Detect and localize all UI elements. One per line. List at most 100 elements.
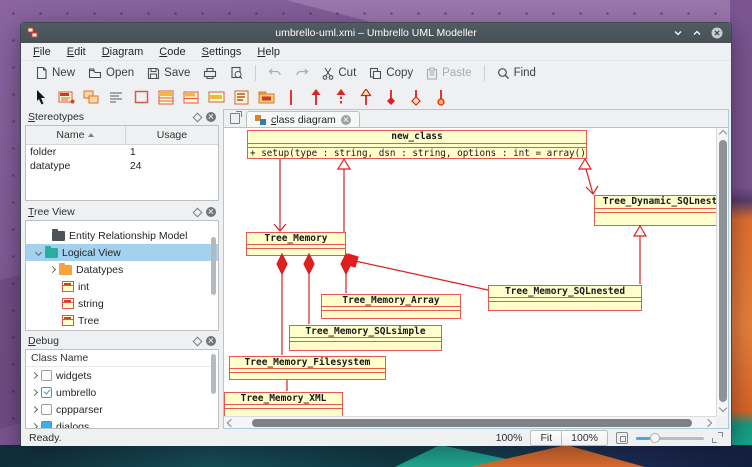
checkbox-checked[interactable] (41, 387, 52, 398)
menu-diagram[interactable]: Diagram (96, 44, 150, 60)
uml-class-tree-memory[interactable]: Tree_Memory (246, 232, 346, 256)
tree-view-panel-title: Tree View (28, 206, 189, 218)
uml-class-tree-memory-sqlsimple[interactable]: Tree_Memory_SQLsimple (289, 325, 442, 351)
redo-button[interactable] (289, 65, 315, 81)
association-tool[interactable] (281, 87, 301, 107)
tree-item-int[interactable]: int (26, 278, 218, 295)
titlebar[interactable]: umbrello-uml.xmi – Umbrello UML Modeller (21, 23, 731, 43)
float-panel-icon[interactable] (193, 207, 203, 217)
menu-settings[interactable]: Settings (196, 44, 248, 60)
tab-class-diagram[interactable]: class diagram (246, 111, 360, 127)
cut-button[interactable]: Cut (316, 65, 362, 82)
menu-code[interactable]: Code (153, 44, 191, 60)
close-panel-icon[interactable] (206, 207, 216, 217)
chevron-right-icon[interactable] (31, 389, 38, 396)
uml-class-tree-memory-filesystem[interactable]: Tree_Memory_Filesystem (229, 356, 386, 380)
close-button[interactable] (711, 27, 723, 39)
aggregation-tool[interactable] (406, 87, 426, 107)
column-header-name[interactable]: Name (26, 126, 126, 144)
generalization-tool[interactable] (356, 87, 376, 107)
scroll-left-icon[interactable] (227, 419, 235, 427)
checkbox-unchecked[interactable] (41, 370, 52, 381)
debug-item-cppparser[interactable]: cppparser (26, 401, 218, 418)
find-button[interactable]: Find (491, 65, 542, 82)
uml-class-tree-memory-xml[interactable]: Tree_Memory_XML (224, 392, 343, 416)
tree-item-datatypes[interactable]: Datatypes (26, 261, 218, 278)
tree-view-panel-header[interactable]: Tree View (25, 204, 219, 220)
tree-item-string[interactable]: string (26, 295, 218, 312)
interface-tool[interactable] (181, 87, 201, 107)
class-tool[interactable] (156, 87, 176, 107)
float-panel-icon[interactable] (193, 112, 203, 122)
containment-tool[interactable] (431, 87, 451, 107)
text-tool[interactable] (106, 87, 126, 107)
datatype-tool[interactable] (231, 87, 251, 107)
chevron-right-icon[interactable] (49, 266, 56, 273)
column-header-usage[interactable]: Usage (126, 126, 218, 144)
tree-view-scrollbar[interactable] (210, 223, 217, 328)
undo-button[interactable] (262, 65, 288, 81)
directed-association-tool[interactable] (306, 87, 326, 107)
debug-item-umbrello[interactable]: umbrello (26, 384, 218, 401)
scroll-right-icon[interactable] (704, 419, 712, 427)
fullscreen-icon[interactable] (712, 432, 723, 443)
tree-item-tree[interactable]: Tree (26, 312, 218, 329)
debug-column-header[interactable]: Class Name (26, 350, 218, 367)
uml-class-new-class[interactable]: new_class + setup(type : string, dsn : s… (247, 130, 587, 159)
close-panel-icon[interactable] (206, 336, 216, 346)
package-tool[interactable] (256, 87, 276, 107)
copy-button[interactable]: Copy (363, 65, 419, 82)
tree-item-logical-view[interactable]: Logical View (26, 244, 218, 261)
vertical-scrollbar[interactable] (716, 128, 728, 416)
box-tool[interactable] (131, 87, 151, 107)
menu-help[interactable]: Help (251, 44, 286, 60)
page-fit-icon[interactable] (616, 432, 628, 444)
stereotypes-panel-header[interactable]: Stereotypes (25, 109, 219, 125)
zoom-100-button[interactable]: 100% (562, 430, 608, 446)
table-row[interactable]: folder 1 (26, 145, 218, 159)
paste-button[interactable]: Paste (420, 65, 477, 82)
composition-tool[interactable] (381, 87, 401, 107)
enum-tool[interactable] (206, 87, 226, 107)
table-row[interactable]: datatype 24 (26, 159, 218, 173)
print-button[interactable] (197, 65, 223, 82)
tree-item-entity-relationship-model[interactable]: Entity Relationship Model (26, 227, 218, 244)
float-panel-icon[interactable] (193, 336, 203, 346)
tab-close-icon[interactable] (341, 115, 351, 125)
maximize-button[interactable] (692, 29, 702, 37)
close-panel-icon[interactable] (206, 112, 216, 122)
checkbox-partial[interactable] (41, 421, 52, 429)
uml-class-tree-dynamic-sqlnest[interactable]: Tree_Dynamic_SQLnest (594, 195, 716, 226)
open-button[interactable]: Open (82, 65, 140, 82)
checkbox-unchecked[interactable] (41, 404, 52, 415)
uml-class-tree-memory-array[interactable]: Tree_Memory_Array (321, 294, 461, 319)
slider-handle[interactable] (650, 433, 660, 443)
zoom-slider[interactable] (636, 432, 704, 444)
chevron-right-icon[interactable] (31, 406, 38, 413)
debug-item-dialogs[interactable]: dialogs (26, 418, 218, 429)
menu-file[interactable]: File (27, 44, 57, 60)
debug-scrollbar[interactable] (210, 352, 217, 426)
print-preview-button[interactable] (224, 64, 249, 82)
vertical-scrollbar-thumb[interactable] (719, 140, 727, 402)
fit-button[interactable]: Fit (530, 430, 562, 446)
select-tool[interactable] (31, 87, 51, 107)
save-button[interactable]: Save (141, 65, 196, 82)
scroll-up-icon[interactable] (719, 130, 727, 138)
object-tool[interactable] (81, 87, 101, 107)
class-wizard-tool[interactable] (56, 87, 76, 107)
horizontal-scrollbar-thumb[interactable] (252, 419, 692, 427)
debug-panel-header[interactable]: Debug (25, 333, 219, 349)
menu-edit[interactable]: Edit (61, 44, 92, 60)
uml-class-tree-memory-sqlnested[interactable]: Tree_Memory_SQLnested (488, 285, 642, 311)
horizontal-scrollbar[interactable] (224, 416, 716, 428)
diagram-canvas[interactable]: new_class + setup(type : string, dsn : s… (224, 128, 716, 416)
chevron-right-icon[interactable] (31, 372, 38, 379)
new-tab-button[interactable] (224, 110, 246, 127)
dependency-tool[interactable] (331, 87, 351, 107)
debug-item-widgets[interactable]: widgets (26, 367, 218, 384)
scroll-down-icon[interactable] (719, 404, 727, 412)
minimize-button[interactable] (673, 29, 683, 37)
chevron-down-icon[interactable] (35, 249, 42, 256)
new-button[interactable]: New (29, 64, 81, 82)
